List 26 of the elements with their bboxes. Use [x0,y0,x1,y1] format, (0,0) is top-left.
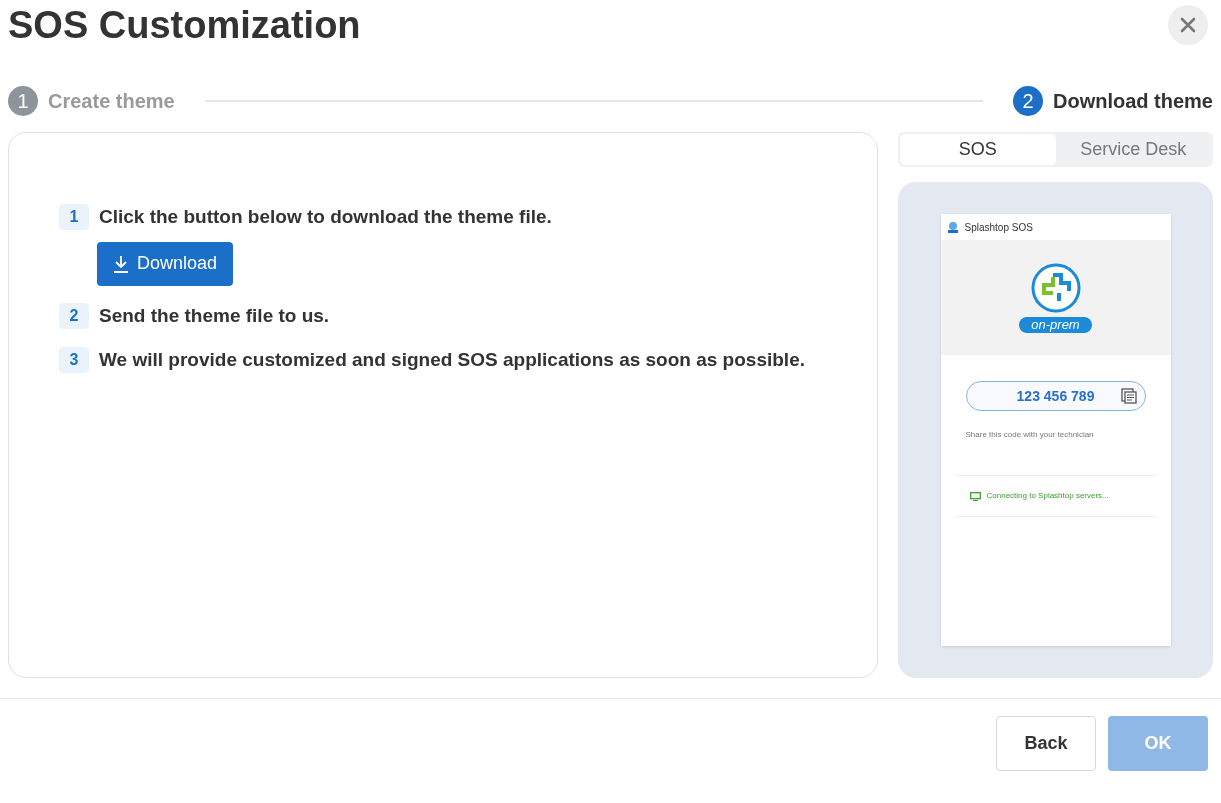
tab[interactable]: Service Desk [1055,134,1211,165]
dialog-title: SOS Customization [8,2,361,48]
step-number: 1 [8,86,38,116]
monitor-icon [969,491,981,501]
copy-icon [1120,388,1137,404]
app-title: Splashtop SOS [964,220,1033,235]
download-button[interactable]: Download [97,241,234,286]
instruction-text: Send the theme file to us. [99,303,330,328]
status-text: Connecting to Splashtop servers... [986,490,1109,502]
tab[interactable]: SOS [900,134,1056,165]
step-label: Download theme [1053,89,1213,114]
back-button[interactable]: Back [996,716,1096,771]
plus-logo-icon [1030,262,1081,313]
instruction-text: Click the button below to download the theme file. [99,205,552,229]
download-icon [113,254,129,273]
close-icon [1180,17,1196,33]
instruction-number: 3 [59,347,89,374]
instruction-number: 2 [59,302,89,329]
close-button[interactable] [1168,5,1208,45]
step-label: Create theme [48,89,175,114]
session-code: 123 456 789 [1016,386,1095,406]
hint-text: Share this code with your technician [965,429,1095,441]
instruction-number: 1 [59,204,89,231]
instruction-text: We will provide customized and signed SOS applications as soon as possible. [99,348,805,372]
on-prem-badge: on-prem [1019,316,1092,333]
step-number: 2 [1013,86,1043,116]
